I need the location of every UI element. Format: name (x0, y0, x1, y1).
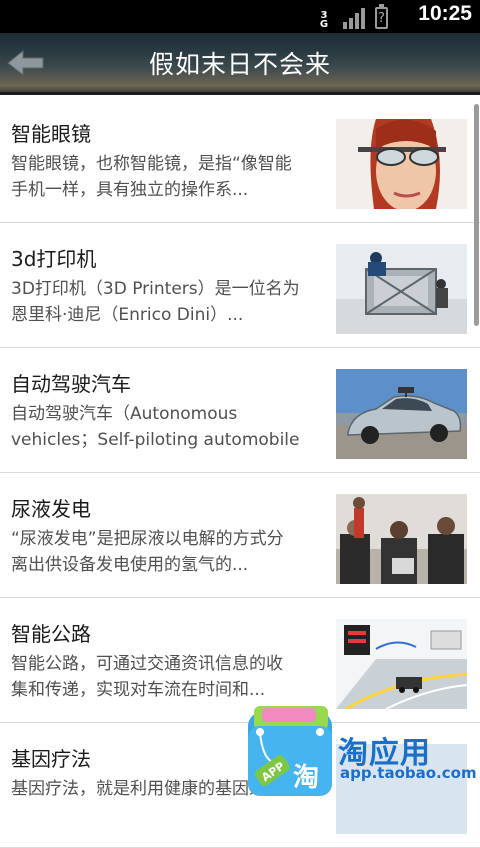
item-title: 自动驾驶汽车 (11, 372, 131, 396)
item-desc-line: 集和传递，实现对车流在时间和... (11, 680, 266, 700)
item-desc-line: 离出供设备发电使用的氢气的... (11, 555, 249, 575)
item-description: 自动驾驶汽车（Autonomous vehicles；Self-piloting… (11, 401, 336, 453)
list-item-smart-highway[interactable]: 智能公路 智能公路，可通过交通资讯信息的收 集和传递，实现对车流在时间和... (0, 598, 480, 723)
item-title: 3d打印机 (11, 247, 97, 271)
urine-power-thumbnail (336, 494, 467, 584)
item-desc-line: 智能公路，可通过交通资讯信息的收 (11, 654, 283, 674)
status-icons: 3G ? (315, 4, 388, 30)
watermark-url: app.taobao.com (340, 764, 477, 782)
smart-highway-thumbnail (336, 619, 467, 709)
item-title: 智能公路 (11, 622, 91, 646)
item-title: 基因疗法 (11, 747, 91, 771)
item-desc-line: vehicles；Self-piloting automobile (11, 430, 300, 450)
list-item-self-driving-car[interactable]: 自动驾驶汽车 自动驾驶汽车（Autonomous vehicles；Self-p… (0, 348, 480, 473)
item-description: 智能眼镜，也称智能镜，是指“像智能 手机一样，具有独立的操作系... (11, 151, 336, 203)
3d-printer-thumbnail (336, 244, 467, 334)
item-desc-line: 自动驾驶汽车（Autonomous (11, 404, 238, 424)
status-clock: 10:25 (418, 2, 472, 25)
item-desc-line: “尿液发电”是把尿液以电解的方式分 (11, 529, 284, 549)
item-title: 智能眼镜 (11, 122, 91, 146)
list-item-3d-printer[interactable]: 3d打印机 3D打印机（3D Printers）是一位名为 恩里科·迪尼（Enr… (0, 223, 480, 348)
item-desc-line: 恩里科·迪尼（Enrico Dini）... (11, 305, 244, 325)
list-item-urine-power[interactable]: 尿液发电 “尿液发电”是把尿液以电解的方式分 离出供设备发电使用的氢气的... (0, 473, 480, 598)
item-description: 智能公路，可通过交通资讯信息的收 集和传递，实现对车流在时间和... (11, 651, 336, 703)
title-bar: 假如末日不会来 (0, 33, 480, 95)
taobao-app-logo-icon: APP 淘 (248, 706, 332, 796)
smart-glasses-thumbnail (336, 119, 467, 209)
scrollbar[interactable] (474, 104, 479, 326)
item-desc-line: 3D打印机（3D Printers）是一位名为 (11, 279, 300, 299)
item-description: “尿液发电”是把尿液以电解的方式分 离出供设备发电使用的氢气的... (11, 526, 336, 578)
item-desc-line: 手机一样，具有独立的操作系... (11, 180, 249, 200)
list-item-smart-glasses[interactable]: 智能眼镜 智能眼镜，也称智能镜，是指“像智能 手机一样，具有独立的操作系... (0, 98, 480, 223)
item-title: 尿液发电 (11, 497, 91, 521)
network-3g-icon: 3G (319, 10, 329, 30)
self-driving-car-thumbnail (336, 369, 467, 459)
watermark-glyph: 淘 (293, 763, 319, 793)
battery-icon: ? (375, 4, 388, 29)
signal-strength-icon (343, 7, 365, 29)
item-desc-line: 智能眼镜，也称智能镜，是指“像智能 (11, 154, 292, 174)
page-title: 假如末日不会来 (148, 50, 331, 79)
status-bar: 3G ? 10:25 (0, 0, 480, 33)
item-description: 3D打印机（3D Printers）是一位名为 恩里科·迪尼（Enrico Di… (11, 276, 336, 328)
taobao-app-watermark: APP 淘 淘应用 app.taobao.com (242, 706, 480, 800)
